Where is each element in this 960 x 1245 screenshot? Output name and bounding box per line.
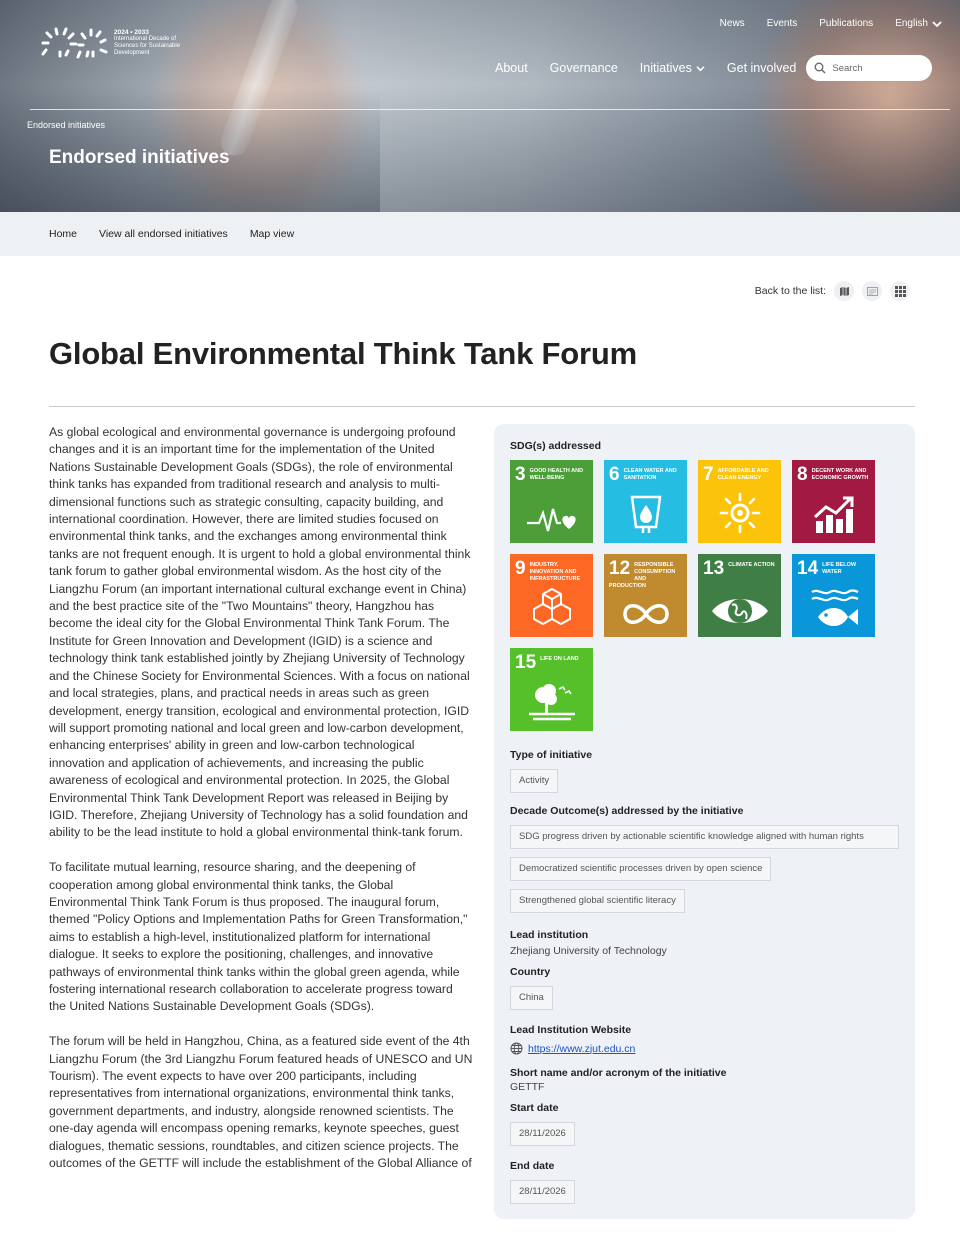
website-link[interactable]: https://www.zjut.edu.cn: [528, 1043, 635, 1055]
sdg-label: Industry, innovation and infrastructure: [529, 562, 581, 582]
sdg-number: 12: [609, 558, 631, 579]
infinity-icon: [622, 604, 669, 624]
sdg-heading: SDG(s) addressed: [510, 440, 602, 452]
acronym-label: Short name and/or acronym of the initiat…: [510, 1067, 727, 1079]
back-to-list-label: Back to the list:: [754, 285, 826, 297]
nav-governance[interactable]: Governance: [550, 61, 618, 75]
outcome-tag: Democratized scientific processes driven…: [510, 857, 772, 881]
map-view-button[interactable]: [834, 281, 854, 301]
top-nav: News Events Publications English: [720, 18, 942, 29]
country-tag: China: [510, 986, 553, 1010]
end-date-tag: 28/11/2026: [510, 1180, 575, 1204]
sdg-tile-9[interactable]: 9 Industry, innovation and infrastructur…: [510, 554, 593, 637]
fish-icon: [810, 589, 858, 626]
sdg-number: 8: [797, 464, 808, 485]
sdg-tile-14[interactable]: 14 Life below water: [792, 554, 875, 637]
outcome-tag: Strengthened global scientific literacy: [510, 889, 685, 913]
heartbeat-icon: [526, 508, 576, 532]
description-paragraph: The forum will be held in Hangzhou, Chin…: [49, 1034, 473, 1171]
sun-icon: [719, 492, 760, 534]
tree-icon: [528, 684, 575, 721]
sdg-label: Clean water and sanitation: [623, 468, 677, 481]
sdg-label: Decent work and economic growth: [811, 468, 869, 481]
logo-years: 2024 • 2033: [114, 29, 149, 36]
sdg-number: 6: [609, 464, 620, 485]
nav-about[interactable]: About: [495, 61, 528, 75]
hero-divider: [30, 109, 950, 110]
grid-icon: [894, 285, 906, 297]
sdg-tile-6[interactable]: 6 Clean water and sanitation: [604, 460, 687, 543]
nav-initiatives[interactable]: Initiatives: [640, 61, 705, 75]
initiative-description: As global ecological and environmental g…: [49, 424, 473, 1190]
chevron-down-icon: [932, 20, 942, 27]
lead-institution-label: Lead institution: [510, 929, 589, 941]
search-icon: [814, 62, 826, 74]
sdg-number: 15: [515, 652, 537, 673]
outcome-tag: SDG progress driven by actionable scient…: [510, 825, 899, 849]
type-label: Type of initiative: [510, 749, 593, 761]
decade-logo-icon: [41, 27, 108, 59]
initiative-details-panel: SDG(s) addressed 3 Good health and well-…: [494, 424, 915, 1219]
sdg-number: 3: [515, 464, 526, 485]
sub-nav: Home View all endorsed initiatives Map v…: [0, 212, 960, 256]
back-to-list: Back to the list:: [755, 281, 910, 301]
sdg-number: 7: [703, 464, 714, 485]
sdg-tile-13[interactable]: 13 Climate action: [698, 554, 781, 637]
acronym-value: GETTF: [510, 1081, 545, 1093]
sdg-tile-3[interactable]: 3 Good health and well-being: [510, 460, 593, 543]
outcomes-label: Decade Outcome(s) addressed by the initi…: [510, 805, 744, 817]
title-divider: [49, 406, 915, 407]
page-title: Global Environmental Think Tank Forum: [49, 336, 637, 371]
sdg-number: 14: [797, 558, 819, 579]
start-date-tag: 28/11/2026: [510, 1122, 575, 1146]
sdg-tile-7[interactable]: 7 Affordable and clean energy: [698, 460, 781, 543]
subnav-map-view[interactable]: Map view: [250, 228, 294, 240]
hero-banner: 2024 • 2033 International Decade of Scie…: [0, 0, 960, 212]
nav-news[interactable]: News: [720, 18, 745, 29]
water-drop-icon: [630, 495, 661, 533]
globe-icon: [510, 1042, 523, 1055]
map-icon: [839, 286, 849, 296]
sdg-tile-12[interactable]: 12 Responsible consumption and productio…: [604, 554, 687, 637]
subnav-home[interactable]: Home: [49, 228, 77, 240]
chevron-down-icon: [696, 65, 705, 71]
subnav-view-all[interactable]: View all endorsed initiatives: [99, 228, 228, 240]
sdg-label: Good health and well-being: [529, 468, 584, 481]
nav-get-involved[interactable]: Get involved: [727, 61, 796, 75]
language-selector[interactable]: English: [895, 18, 942, 29]
main-nav: About Governance Initiatives Get involve…: [495, 55, 933, 81]
sdg-number: 13: [703, 558, 725, 579]
type-tag: Activity: [510, 769, 559, 793]
sdg-number: 9: [515, 558, 526, 579]
nav-initiatives-label: Initiatives: [639, 61, 692, 75]
country-label: Country: [510, 966, 551, 978]
start-date-label: Start date: [510, 1102, 559, 1114]
language-label: English: [895, 18, 928, 29]
nav-events[interactable]: Events: [767, 18, 798, 29]
description-paragraph: As global ecological and environmental g…: [49, 425, 471, 840]
sdg-label: Affordable and clean energy: [717, 468, 769, 481]
website-label: Lead Institution Website: [510, 1024, 632, 1036]
end-date-label: End date: [510, 1160, 555, 1172]
sdg-tile-15[interactable]: 15 Life on land: [510, 648, 593, 731]
earth-eye-icon: [711, 599, 768, 623]
decade-logo[interactable]: 2024 • 2033 International Decade of Scie…: [40, 26, 198, 60]
cubes-icon: [532, 587, 571, 626]
logo-name: International Decade of Sciences for Sus…: [114, 36, 181, 56]
nav-publications[interactable]: Publications: [819, 18, 873, 29]
grid-view-button[interactable]: [890, 281, 910, 301]
description-paragraph: To facilitate mutual learning, resource …: [49, 860, 468, 1014]
hero-title: Endorsed initiatives: [49, 147, 230, 168]
lead-institution-value: Zhejiang University of Technology: [510, 945, 667, 957]
search-box[interactable]: [806, 55, 933, 81]
sdg-tile-8[interactable]: 8 Decent work and economic growth: [792, 460, 875, 543]
list-icon: [866, 286, 878, 296]
sdg-grid: 3 Good health and well-being 6 Clean wat…: [510, 460, 899, 731]
list-view-button[interactable]: [862, 281, 882, 301]
website-row: https://www.zjut.edu.cn: [510, 1042, 899, 1055]
search-input[interactable]: [832, 62, 923, 74]
hero-breadcrumb[interactable]: Endorsed initiatives: [27, 120, 105, 130]
growth-chart-icon: [813, 496, 853, 533]
